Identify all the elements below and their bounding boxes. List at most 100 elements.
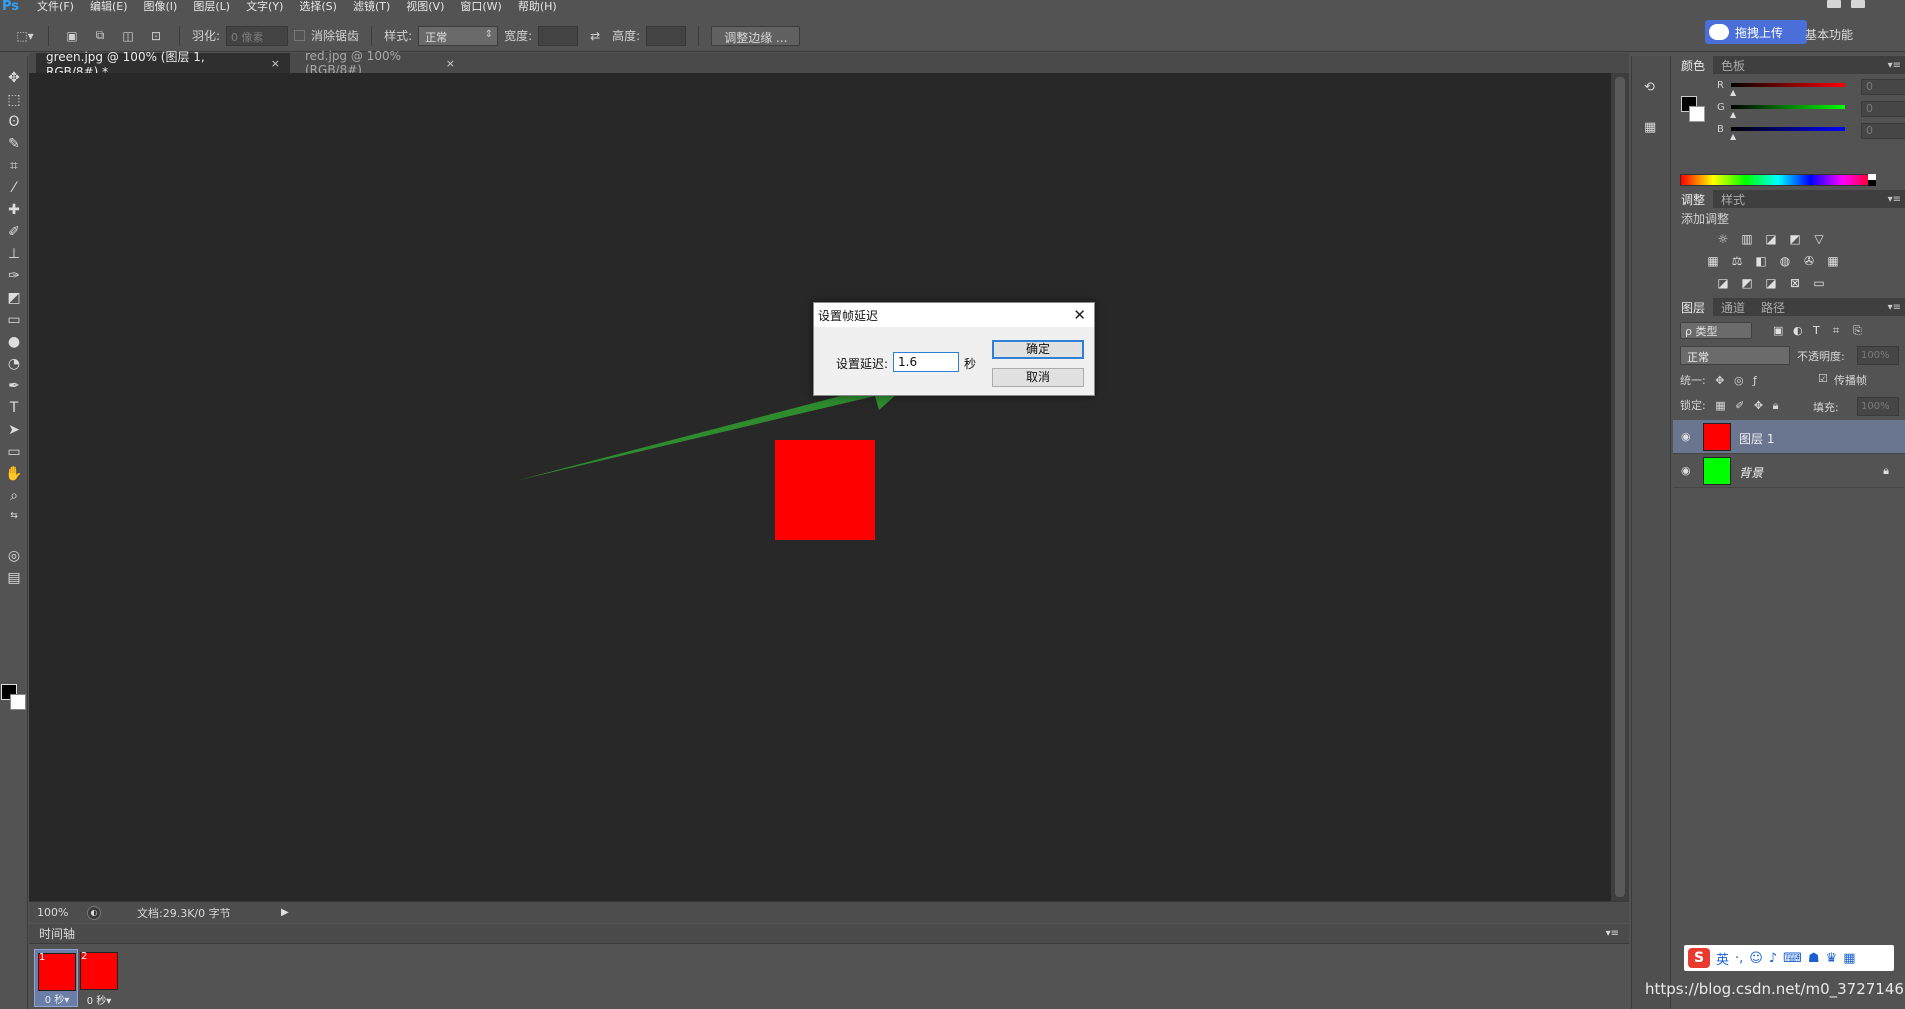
blue-slider-track[interactable] (1731, 127, 1845, 131)
menu-edit[interactable]: 编辑(E) (90, 0, 128, 13)
minimize-icon[interactable] (1827, 0, 1841, 8)
maximize-icon[interactable] (1851, 0, 1865, 8)
lasso-tool-icon[interactable]: ʘ (4, 112, 24, 132)
swap-colors-icon[interactable]: ⇆ (4, 506, 24, 526)
crop-tool-icon[interactable]: ⌗ (4, 156, 24, 176)
curves-icon[interactable]: ◪ (1763, 232, 1779, 246)
history-brush-tool-icon[interactable]: ✑ (4, 266, 24, 286)
skin-icon[interactable]: ♛ (1826, 951, 1838, 966)
tab-color[interactable]: 颜色 (1673, 56, 1714, 74)
type-tool-icon[interactable]: T (4, 398, 24, 418)
color-panel-background[interactable] (1689, 106, 1705, 122)
blend-mode-select[interactable]: 正常 (1680, 346, 1790, 365)
vibrance-icon[interactable]: ▽ (1811, 232, 1827, 246)
panel-menu-icon[interactable]: ▾≡ (1888, 60, 1901, 71)
frame-delay[interactable]: 0 秒▾ (77, 992, 121, 1007)
add-selection-icon[interactable]: ⧉ (89, 25, 111, 47)
new-selection-icon[interactable]: ▣ (61, 25, 83, 47)
screen-mode-icon[interactable]: ▤ (4, 568, 24, 588)
unify-visibility-icon[interactable]: ◎ (1734, 374, 1744, 387)
clone-stamp-tool-icon[interactable]: ⊥ (4, 244, 24, 264)
unify-position-icon[interactable]: ✥ (1715, 374, 1724, 387)
tab-red-jpg[interactable]: red.jpg @ 100%(RGB/8#) × (295, 49, 465, 77)
move-tool-icon[interactable]: ✥ (4, 68, 24, 88)
quick-mask-icon[interactable]: ◎ (4, 546, 24, 566)
timeline-frame-1[interactable]: 1 0 秒▾ (34, 949, 78, 1007)
cancel-button[interactable]: 取消 (992, 368, 1084, 387)
gradient-tool-icon[interactable]: ▭ (4, 310, 24, 330)
background-color-swatch[interactable] (10, 694, 26, 710)
toolbox-icon[interactable]: ▦ (1843, 951, 1855, 966)
lock-all-icon[interactable]: 🔒︎ (1773, 399, 1779, 412)
close-icon[interactable]: × (446, 57, 455, 70)
sogou-logo-icon[interactable]: S (1688, 948, 1710, 968)
antialias-checkbox[interactable] (294, 30, 306, 41)
layer-kind-filter[interactable]: ρ 类型 (1680, 322, 1752, 339)
healing-brush-tool-icon[interactable]: ✚ (4, 200, 24, 220)
tab-styles[interactable]: 样式 (1713, 190, 1753, 208)
timeline-title[interactable]: 时间轴 (39, 925, 75, 942)
type-filter-icon[interactable]: T (1813, 324, 1827, 338)
black-white-icon[interactable]: ◧ (1753, 254, 1769, 268)
visibility-eye-icon[interactable]: ◉ (1681, 464, 1691, 477)
fill-input[interactable]: 100% (1857, 397, 1899, 416)
menu-image[interactable]: 图像(I) (144, 0, 178, 13)
panel-menu-icon[interactable]: ▾≡ (1888, 302, 1901, 313)
levels-icon[interactable]: ▥ (1739, 232, 1755, 246)
photo-filter-icon[interactable]: ◍ (1777, 254, 1793, 268)
menu-layer[interactable]: 图层(L) (193, 0, 230, 13)
shape-filter-icon[interactable]: ⌗ (1833, 324, 1847, 338)
blur-tool-icon[interactable]: ● (4, 332, 24, 352)
status-menu-arrow-icon[interactable]: ▶ (281, 907, 289, 918)
green-slider-track[interactable] (1731, 105, 1845, 109)
width-input[interactable] (538, 25, 579, 46)
emoji-icon[interactable]: ☺ (1749, 951, 1763, 966)
layer-name[interactable]: 图层 1 (1739, 430, 1774, 447)
tab-paths[interactable]: 路径 (1753, 298, 1793, 316)
tab-layers[interactable]: 图层 (1673, 298, 1714, 316)
marquee-preset-icon[interactable]: ⬚▾ (14, 25, 36, 47)
opacity-input[interactable]: 100% (1857, 346, 1899, 365)
threshold-icon[interactable]: ◪ (1763, 276, 1779, 290)
brush-tool-icon[interactable]: ✐ (4, 222, 24, 242)
tab-adjustments[interactable]: 调整 (1673, 190, 1714, 208)
adjustment-filter-icon[interactable]: ◐ (1793, 324, 1807, 338)
panel-menu-icon[interactable]: ▾≡ (1888, 194, 1901, 205)
pen-tool-icon[interactable]: ✒ (4, 376, 24, 396)
microphone-icon[interactable]: ♪ (1769, 951, 1777, 966)
black-white-swatch[interactable] (1868, 174, 1876, 186)
ime-language[interactable]: 英 (1716, 949, 1729, 968)
invert-icon[interactable]: ◪ (1715, 276, 1731, 290)
tab-green-jpg[interactable]: green.jpg @ 100% (图层 1, RGB/8#) * × (36, 50, 290, 79)
red-value-input[interactable]: 0 (1861, 79, 1905, 95)
delay-input[interactable]: 1.6 (893, 352, 959, 372)
eraser-tool-icon[interactable]: ◩ (4, 288, 24, 308)
exposure-icon[interactable]: ◩ (1787, 232, 1803, 246)
quick-select-tool-icon[interactable]: ✎ (4, 134, 24, 154)
close-icon[interactable]: × (271, 57, 280, 70)
color-balance-icon[interactable]: ⚖ (1729, 254, 1745, 268)
intersect-selection-icon[interactable]: ⊡ (145, 25, 167, 47)
layer-row-background[interactable]: ◉ 背景 🔒︎ (1673, 454, 1905, 488)
slider-knob-icon[interactable]: ▲ (1730, 88, 1736, 97)
style-select[interactable]: 正常 (418, 25, 499, 46)
rectangle-tool-icon[interactable]: ▭ (4, 442, 24, 462)
zoom-tool-icon[interactable]: ⌕ (4, 486, 24, 506)
menu-filter[interactable]: 滤镜(T) (353, 0, 390, 13)
status-info-icon[interactable]: ◐ (87, 905, 101, 920)
smart-object-filter-icon[interactable]: ⎘ (1853, 324, 1867, 338)
hue-saturation-icon[interactable]: ▦ (1705, 254, 1721, 268)
feather-input[interactable]: 0 像素 (226, 25, 289, 46)
close-icon[interactable]: ✕ (1073, 306, 1086, 324)
blue-value-input[interactable]: 0 (1861, 123, 1905, 139)
lock-pixels-icon[interactable]: ✐ (1735, 399, 1744, 412)
user-icon[interactable]: ☗ (1808, 951, 1820, 966)
zoom-level[interactable]: 100% (37, 906, 87, 919)
upload-button[interactable]: 拖拽上传 (1705, 20, 1807, 44)
lock-transparency-icon[interactable]: ▦ (1715, 399, 1725, 412)
history-panel-icon[interactable]: ⟲ (1644, 80, 1660, 96)
subtract-selection-icon[interactable]: ◫ (117, 25, 139, 47)
path-select-tool-icon[interactable]: ➤ (4, 420, 24, 440)
selective-color-icon[interactable]: ⊠ (1787, 276, 1803, 290)
red-slider-track[interactable] (1731, 83, 1845, 87)
